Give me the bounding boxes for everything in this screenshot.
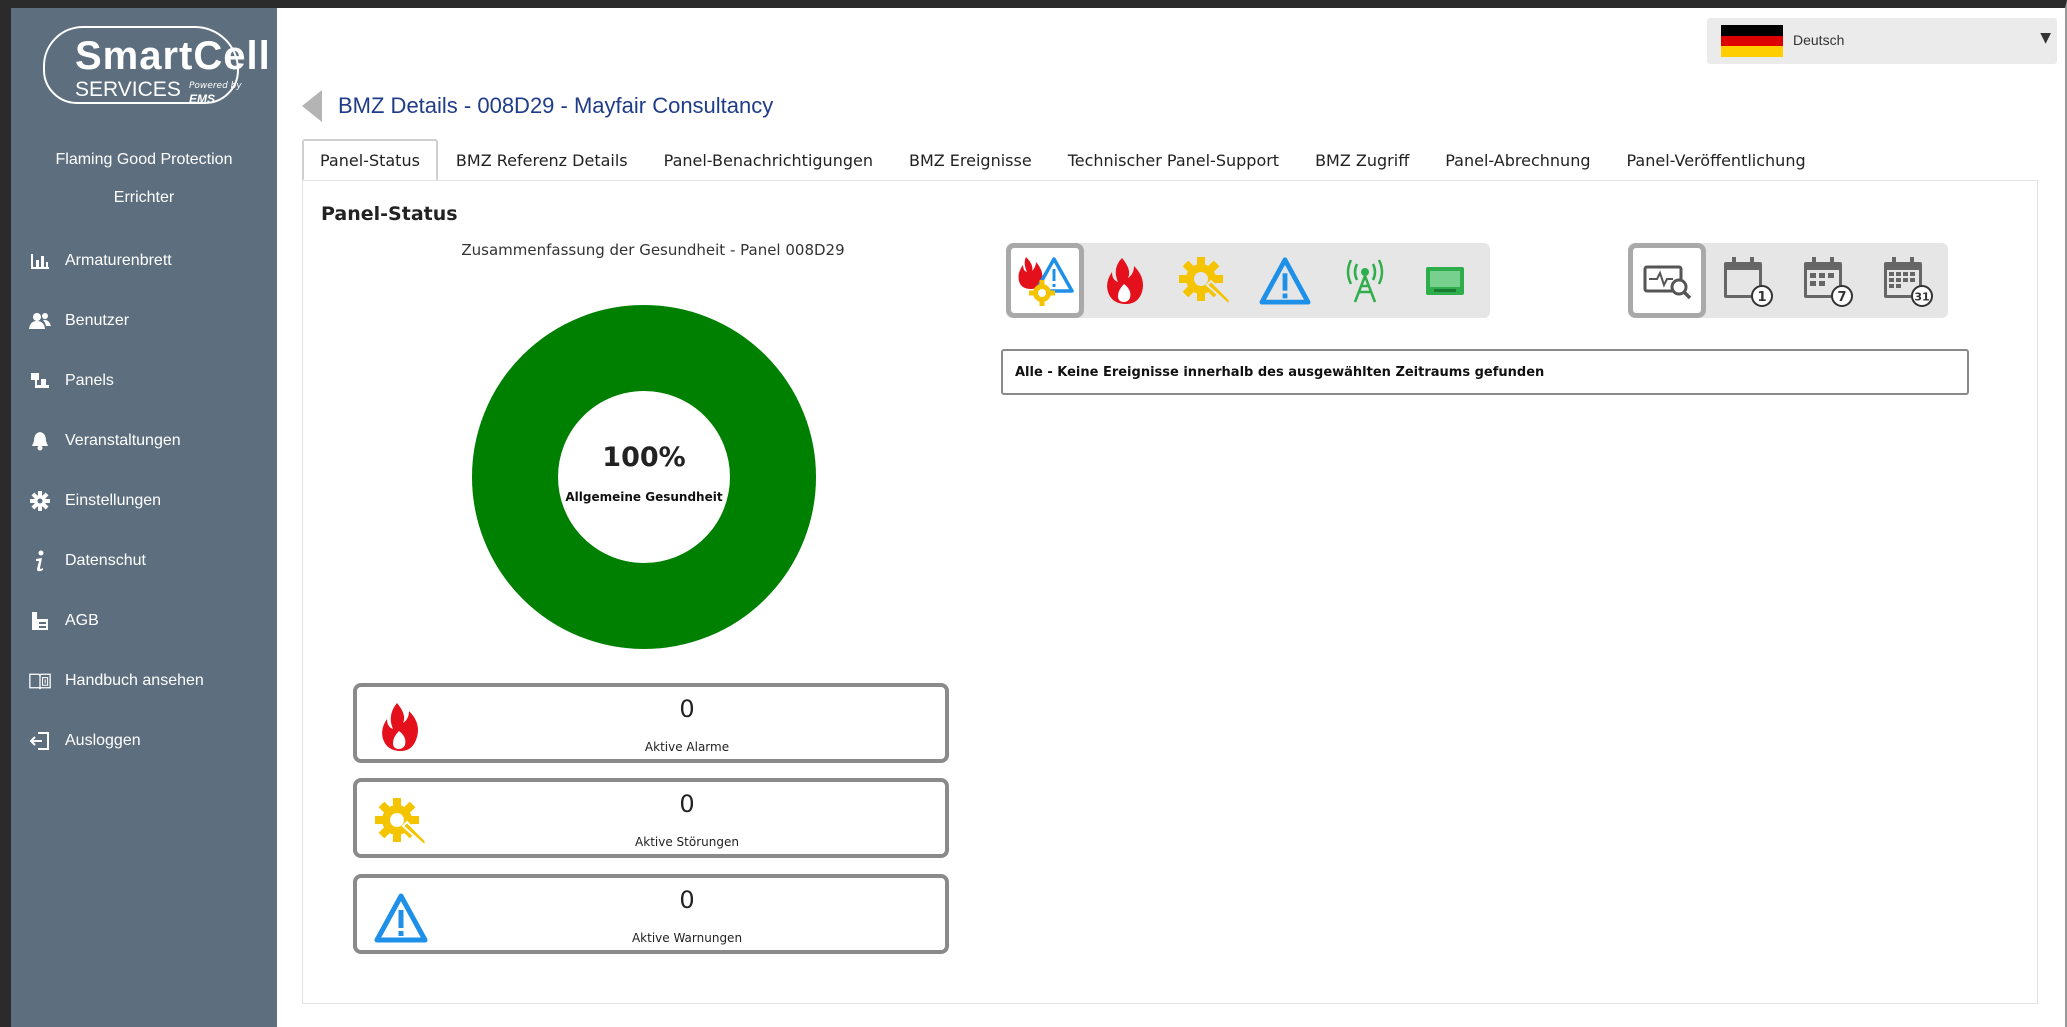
sidebar-item-label: Datenschut bbox=[65, 552, 146, 569]
company-name: Flaming Good Protection bbox=[55, 151, 233, 168]
svg-text:31: 31 bbox=[1914, 290, 1929, 303]
logo-smart-text: SmartCell bbox=[75, 34, 271, 78]
logo-ems-text: EMS bbox=[189, 92, 216, 106]
users-icon bbox=[29, 310, 51, 332]
time-range-filter-bar: 1 7 31 bbox=[1628, 243, 1948, 318]
bell-icon bbox=[29, 430, 51, 452]
fault-label: Aktive Störungen bbox=[635, 835, 739, 849]
filter-fire-button[interactable] bbox=[1086, 243, 1164, 318]
page-title: BMZ Details - 008D29 - Mayfair Consultan… bbox=[338, 93, 774, 118]
tab-bar: Panel-Status BMZ Referenz Details Panel-… bbox=[302, 139, 1824, 181]
filter-all-events-button[interactable] bbox=[1006, 243, 1084, 318]
panels-icon bbox=[29, 370, 51, 392]
active-faults-card[interactable]: 0 Aktive Störungen bbox=[353, 778, 949, 858]
sidebar-item-label: Ausloggen bbox=[65, 732, 141, 749]
tab-panel-benachrichtigungen[interactable]: Panel-Benachrichtigungen bbox=[646, 139, 891, 181]
smartcell-logo[interactable]: SmartCell SERVICES Powered by EMS bbox=[43, 26, 270, 121]
sidebar-item-handbuch[interactable]: Handbuch ansehen bbox=[11, 651, 277, 711]
all-events-icon bbox=[1018, 256, 1074, 306]
fire-icon bbox=[1107, 257, 1143, 304]
language-select[interactable]: Deutsch ▼ bbox=[1707, 18, 2057, 64]
tab-panel-status[interactable]: Panel-Status bbox=[302, 139, 438, 181]
tab-bmz-zugriff[interactable]: BMZ Zugriff bbox=[1297, 139, 1427, 181]
health-percent: 100% bbox=[602, 442, 686, 473]
language-label: Deutsch bbox=[1793, 32, 1845, 48]
logo-services-text: SERVICES bbox=[75, 78, 181, 101]
document-icon bbox=[29, 610, 51, 632]
alarm-label: Aktive Alarme bbox=[644, 740, 730, 754]
calendar-1-day-icon: 1 bbox=[1724, 256, 1773, 307]
svg-text:7: 7 bbox=[1837, 290, 1846, 305]
sidebar-item-label: Benutzer bbox=[65, 312, 130, 329]
filter-fault-button[interactable] bbox=[1166, 243, 1244, 318]
sidebar-item-label: Handbuch ansehen bbox=[65, 672, 204, 689]
sidebar-item-veranstaltungen[interactable]: Veranstaltungen bbox=[11, 411, 277, 471]
filter-warning-button[interactable] bbox=[1246, 243, 1324, 318]
event-list-message: Alle - Keine Ereignisse innerhalb des au… bbox=[1001, 349, 1969, 395]
fault-count: 0 bbox=[679, 790, 695, 818]
warning-label: Aktive Warnungen bbox=[631, 931, 743, 945]
chevron-down-icon: ▼ bbox=[2040, 30, 2051, 46]
tab-panel-abrechnung[interactable]: Panel-Abrechnung bbox=[1427, 139, 1608, 181]
tab-bmz-ereignisse[interactable]: BMZ Ereignisse bbox=[891, 139, 1050, 181]
tab-technischer-panel-support[interactable]: Technischer Panel-Support bbox=[1050, 139, 1297, 181]
bar-chart-icon bbox=[29, 250, 51, 272]
sidebar-item-label: AGB bbox=[65, 612, 99, 629]
book-icon bbox=[29, 670, 51, 692]
sidebar-item-armaturenbrett[interactable]: Armaturenbrett bbox=[11, 231, 277, 291]
active-warnings-card[interactable]: 0 Aktive Warnungen bbox=[353, 874, 949, 954]
info-icon bbox=[29, 550, 51, 572]
filter-31-days-button[interactable]: 31 bbox=[1868, 243, 1946, 318]
network-card-icon bbox=[1426, 266, 1464, 295]
health-donut-chart: 100% Allgemeine Gesundheit bbox=[471, 304, 817, 650]
svg-text:1: 1 bbox=[1757, 290, 1766, 305]
sidebar-item-ausloggen[interactable]: Ausloggen bbox=[11, 711, 277, 771]
monitor-search-icon bbox=[1643, 265, 1692, 299]
page-header: BMZ Details - 008D29 - Mayfair Consultan… bbox=[302, 88, 773, 124]
sidebar-item-datenschut[interactable]: Datenschut bbox=[11, 531, 277, 591]
fault-gear-icon bbox=[1179, 256, 1231, 304]
calendar-31-days-icon: 31 bbox=[1884, 256, 1933, 307]
filter-7-days-button[interactable]: 7 bbox=[1788, 243, 1866, 318]
active-alarms-card[interactable]: 0 Aktive Alarme bbox=[353, 683, 949, 763]
section-heading: Panel-Status bbox=[321, 203, 458, 225]
filter-1-day-button[interactable]: 1 bbox=[1708, 243, 1786, 318]
warning-count: 0 bbox=[679, 886, 695, 914]
sidebar-item-label: Armaturenbrett bbox=[65, 252, 172, 269]
signal-tower-icon bbox=[1346, 258, 1384, 302]
donut-svg bbox=[472, 305, 816, 649]
sidebar-nav: Armaturenbrett Benutzer Panels Veranstal… bbox=[11, 231, 277, 771]
health-summary-caption: Zusammenfassung der Gesundheit - Panel 0… bbox=[461, 241, 845, 259]
donut-health-arc bbox=[472, 305, 816, 649]
sidebar: SmartCell SERVICES Powered by EMS Flamin… bbox=[11, 8, 277, 1027]
sidebar-item-panels[interactable]: Panels bbox=[11, 351, 277, 411]
sidebar-item-label: Veranstaltungen bbox=[65, 432, 181, 449]
logo-powered-text: Powered by bbox=[189, 81, 242, 91]
filter-network-button[interactable] bbox=[1406, 243, 1484, 318]
logout-icon bbox=[29, 730, 51, 752]
calendar-7-days-icon: 7 bbox=[1804, 256, 1853, 307]
panel-status-content: Panel-Status Zusammenfassung der Gesundh… bbox=[302, 180, 2038, 1004]
warning-icon bbox=[1259, 256, 1311, 305]
user-role: Errichter bbox=[113, 189, 175, 206]
de-flag-icon bbox=[1721, 25, 1783, 57]
sidebar-item-label: Panels bbox=[65, 372, 114, 389]
alarm-count: 0 bbox=[679, 695, 695, 723]
filter-signal-button[interactable] bbox=[1326, 243, 1404, 318]
tab-panel-veroeffentlichung[interactable]: Panel-Veröffentlichung bbox=[1609, 139, 1824, 181]
sidebar-item-agb[interactable]: AGB bbox=[11, 591, 277, 651]
sidebar-item-einstellungen[interactable]: Einstellungen bbox=[11, 471, 277, 531]
event-type-filter-bar bbox=[1006, 243, 1490, 318]
filter-monitor-button[interactable] bbox=[1628, 243, 1706, 318]
gear-icon bbox=[29, 490, 51, 512]
tab-bmz-referenz-details[interactable]: BMZ Referenz Details bbox=[438, 139, 646, 181]
back-arrow-icon[interactable] bbox=[302, 90, 322, 122]
sidebar-item-label: Einstellungen bbox=[65, 492, 162, 509]
sidebar-item-benutzer[interactable]: Benutzer bbox=[11, 291, 277, 351]
health-label: Allgemeine Gesundheit bbox=[565, 490, 723, 504]
